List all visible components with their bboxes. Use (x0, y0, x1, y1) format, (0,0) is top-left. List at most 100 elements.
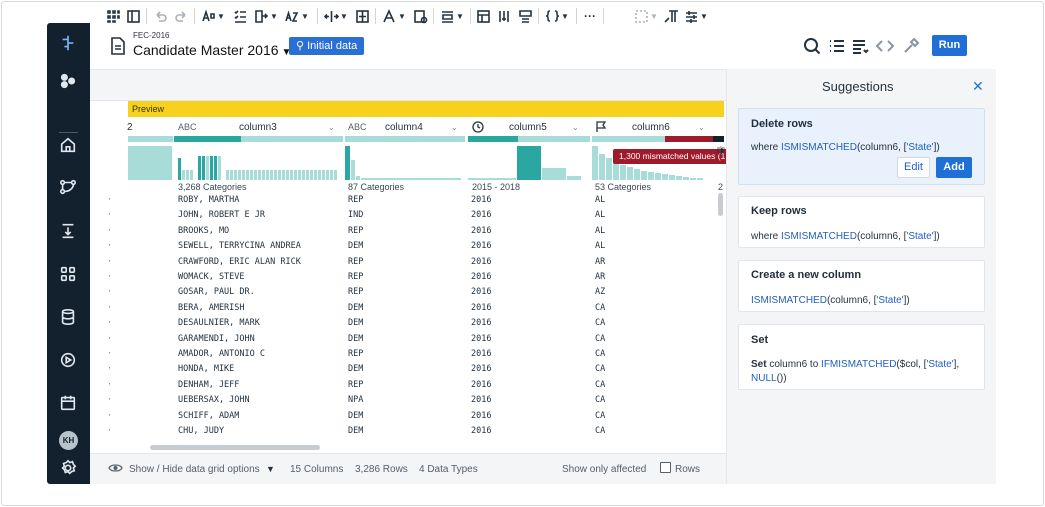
search-icon[interactable] (803, 37, 821, 55)
column-header-column4[interactable]: ABC column4 ⌄ (348, 118, 466, 136)
table-row[interactable]: · CHU, JUDY DEM 2016 CA (90, 424, 726, 439)
quality-bar-column5[interactable] (518, 136, 590, 142)
column-header-column5[interactable]: column5 ⌄ (472, 118, 587, 136)
home-icon[interactable] (58, 135, 78, 155)
text-format-icon[interactable]: ▼ (382, 8, 406, 24)
column-header-column6[interactable]: column6 ⌄ (595, 118, 715, 136)
recipe-title[interactable]: Candidate Master 2016 ▼ (133, 42, 291, 58)
list-view-icon[interactable] (828, 37, 846, 55)
grid-view-icon[interactable] (106, 8, 121, 24)
suggestion-card-set[interactable]: Set Set column6 to IFMISMATCHED($col, ['… (738, 324, 985, 390)
more-options-icon[interactable]: ··· (584, 8, 596, 24)
pivot-icon[interactable] (476, 8, 491, 24)
string-type-icon: ABC (348, 122, 367, 132)
table-row[interactable]: · DENHAM, JEFF REP 2016 CA (90, 378, 726, 393)
split-column-icon[interactable]: ▼ (324, 8, 348, 24)
pipette-icon[interactable] (902, 37, 920, 55)
unpivot-icon[interactable] (497, 8, 512, 24)
redo-icon[interactable] (174, 8, 189, 24)
histogram-partial[interactable] (128, 146, 173, 180)
string-functions-icon[interactable]: ▼ (201, 8, 225, 24)
table-row[interactable]: · BROOKS, MO REP 2016 AL (90, 224, 726, 239)
histogram-column3[interactable] (178, 146, 343, 180)
library-grid-icon[interactable] (58, 264, 78, 284)
chevron-down-icon[interactable]: ⌄ (698, 123, 705, 132)
jobs-play-icon[interactable] (58, 350, 78, 370)
table-row[interactable]: · SCHIFF, ADAM DEM 2016 CA (90, 409, 726, 424)
chevron-down-icon[interactable]: ⌄ (328, 123, 335, 132)
column-filter-icon[interactable]: ▼ (684, 8, 708, 24)
close-icon[interactable]: ✕ (972, 78, 984, 95)
pipeline-icon[interactable] (58, 221, 78, 241)
quality-bar[interactable] (128, 136, 173, 142)
nest-columns-icon[interactable] (355, 8, 370, 24)
vertical-scrollbar[interactable] (718, 193, 723, 216)
table-row[interactable]: · CRAWFORD, ERIC ALAN RICK REP 2016 AR (90, 255, 726, 270)
grid-options-toggle[interactable]: Show / Hide data grid options (129, 464, 260, 475)
recipe-steps-icon[interactable] (851, 37, 869, 55)
quality-bar-column6-mismatched[interactable] (665, 136, 713, 142)
column-header-column3[interactable]: ABC column3 ⌄ (178, 118, 343, 136)
column-settings-icon[interactable] (413, 8, 428, 24)
left-nav-rail (47, 23, 90, 484)
rows-checkbox[interactable] (660, 462, 671, 473)
toolbar-divider (194, 8, 195, 24)
horizontal-scrollbar[interactable] (150, 445, 320, 450)
schedule-calendar-icon[interactable] (58, 393, 78, 413)
user-avatar[interactable]: KH (59, 431, 78, 450)
settings-gear-icon[interactable] (58, 458, 78, 478)
quality-bar-column4[interactable] (345, 136, 465, 142)
chevron-down-icon[interactable]: ⌄ (572, 123, 579, 132)
undo-icon[interactable] (153, 8, 168, 24)
selection-box-icon[interactable]: ▼ (634, 8, 658, 24)
table-row[interactable]: · AMADOR, ANTONIO C REP 2016 CA (90, 347, 726, 362)
table-row[interactable]: · GARAMENDI, JOHN DEM 2016 CA (90, 332, 726, 347)
table-row[interactable]: · ROBY, MARTHA REP 2016 AL (90, 193, 726, 208)
suggestion-card-new-column[interactable]: Create a new column ISMISMATCHED(column6… (738, 260, 985, 312)
flows-icon[interactable] (58, 71, 78, 91)
group-by-icon[interactable]: ▼ (440, 8, 464, 24)
edit-button[interactable]: Edit (897, 157, 930, 178)
toolbar-divider (317, 8, 318, 24)
table-row[interactable]: · UEBERSAX, JOHN NPA 2016 CA (90, 393, 726, 408)
quality-bar-selected[interactable] (174, 136, 241, 142)
run-button[interactable]: Run (932, 35, 967, 56)
table-row[interactable]: · DESAULNIER, MARK DEM 2016 CA (90, 316, 726, 331)
quality-bar-column6-missing[interactable] (713, 136, 724, 142)
sort-az-icon[interactable]: ▼ (285, 8, 309, 24)
suggestion-card-keep-rows[interactable]: Keep rows where ISMISMATCHED(column6, ['… (738, 196, 985, 248)
add-button[interactable]: Add (936, 157, 972, 178)
table-row[interactable]: · BERA, AMERISH DEM 2016 CA (90, 301, 726, 316)
target-columns-icon[interactable] (663, 8, 678, 24)
table-row[interactable]: · JOHN, ROBERT E JR IND 2016 AL (90, 208, 726, 223)
replace-text-icon[interactable] (518, 8, 533, 24)
chevron-down-icon[interactable]: ▼ (266, 464, 275, 474)
code-view-icon[interactable] (876, 37, 894, 55)
eye-icon[interactable] (108, 462, 123, 477)
table-row[interactable]: · SEWELL, TERRYCINA ANDREA DEM 2016 AL (90, 239, 726, 254)
partial-column-header[interactable]: 2 (127, 118, 133, 136)
column-name: column3 (239, 121, 277, 133)
database-icon[interactable] (58, 307, 78, 327)
table-row[interactable]: · HONDA, MIKE DEM 2016 CA (90, 362, 726, 377)
columns-view-icon[interactable] (126, 8, 141, 24)
filter-check-icon[interactable] (233, 8, 248, 24)
quality-bar-column6-valid[interactable] (592, 136, 665, 142)
structure-braces-icon[interactable]: ▼ (545, 8, 569, 24)
histogram-column5[interactable] (468, 146, 588, 180)
quality-bar[interactable] (241, 136, 343, 142)
columns-count: 15 Columns (290, 464, 344, 475)
table-row[interactable]: · GOSAR, PAUL DR. REP 2016 AZ (90, 285, 726, 300)
preview-banner: Preview (128, 101, 724, 117)
histogram-column4[interactable] (345, 146, 465, 180)
column-name: column5 (509, 121, 547, 133)
quality-bar-column5-selected[interactable] (468, 136, 518, 142)
flow-diagram-icon[interactable] (58, 177, 78, 197)
clock-icon (472, 121, 484, 133)
chevron-down-icon[interactable]: ⌄ (451, 123, 458, 132)
app-logo-icon[interactable] (58, 33, 78, 53)
table-row[interactable]: · WOMACK, STEVE REP 2016 AR (90, 270, 726, 285)
string-type-icon: ABC (178, 122, 197, 132)
initial-data-badge[interactable]: ⚲ Initial data (289, 37, 365, 55)
merge-icon[interactable]: ▼ (254, 8, 278, 24)
